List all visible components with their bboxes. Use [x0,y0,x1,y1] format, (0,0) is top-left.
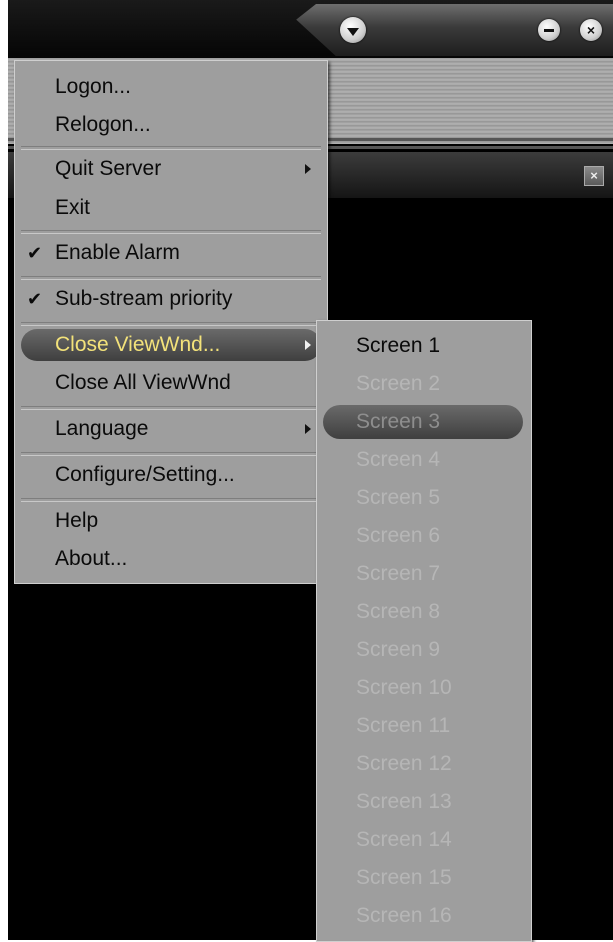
menu-item-label: Language [55,417,149,440]
menu-item-label: Logon... [55,75,131,98]
menu-item-label: Close All ViewWnd [55,371,231,394]
title-bar: × [8,0,613,58]
submenu-item-screen-8[interactable]: Screen 8 [323,595,523,629]
menu-item-label: Relogon... [55,113,151,136]
submenu-item-label: Screen 7 [356,562,441,585]
chevron-down-glyph [347,27,359,36]
checkmark-icon: ✔ [27,289,43,309]
minimize-glyph [544,28,554,32]
submenu-item-label: Screen 13 [356,790,452,813]
context-menu: Logon... Relogon... Quit Server Exit ✔ E… [14,60,328,584]
title-bar-highlight [296,4,613,56]
menu-item-close-all-viewwnd[interactable]: Close All ViewWnd [21,367,321,399]
menu-item-about[interactable]: About... [21,543,321,575]
submenu-item-screen-9[interactable]: Screen 9 [323,633,523,667]
menu-item-label: Close ViewWnd... [55,333,221,356]
submenu-item-label: Screen 6 [356,524,441,547]
submenu-item-label: Screen 16 [356,904,452,927]
submenu-item-label: Screen 5 [356,486,441,509]
menu-separator [21,322,321,326]
menu-separator [21,230,321,234]
submenu-item-screen-7[interactable]: Screen 7 [323,557,523,591]
submenu-item-screen-12[interactable]: Screen 12 [323,747,523,781]
checkmark-icon: ✔ [27,243,43,263]
submenu-item-screen-13[interactable]: Screen 13 [323,785,523,819]
submenu-item-screen-6[interactable]: Screen 6 [323,519,523,553]
menu-item-relogon[interactable]: Relogon... [21,109,321,141]
menu-item-label: About... [55,547,128,570]
menu-item-logon[interactable]: Logon... [21,71,321,103]
menu-item-label: Enable Alarm [55,241,180,264]
menu-separator [21,146,321,150]
submenu-item-label: Screen 14 [356,828,452,851]
submenu-item-label: Screen 10 [356,676,452,699]
submenu-item-label: Screen 2 [356,372,441,395]
submenu-item-screen-1[interactable]: Screen 1 [323,329,523,363]
menu-separator [21,406,321,410]
menu-item-label: Sub-stream priority [55,287,233,310]
menu-item-enable-alarm[interactable]: ✔ Enable Alarm [21,237,321,269]
submenu-item-screen-10[interactable]: Screen 10 [323,671,523,705]
submenu-item-screen-4[interactable]: Screen 4 [323,443,523,477]
minimize-icon[interactable] [538,19,560,41]
menu-separator [21,276,321,280]
submenu-item-screen-14[interactable]: Screen 14 [323,823,523,857]
submenu-item-label: Screen 1 [356,334,441,357]
submenu-item-label: Screen 9 [356,638,441,661]
menu-item-quit-server[interactable]: Quit Server [21,153,321,185]
submenu-item-screen-3[interactable]: Screen 3 [323,405,523,439]
menu-item-help[interactable]: Help [21,505,321,537]
submenu-item-label: Screen 4 [356,448,441,471]
menu-item-label: Quit Server [55,157,162,180]
submenu-item-label: Screen 11 [356,714,451,737]
chevron-down-icon[interactable] [340,17,366,43]
menu-item-label: Exit [55,196,91,219]
submenu-item-screen-15[interactable]: Screen 15 [323,861,523,895]
close-icon[interactable]: × [584,166,604,186]
menu-item-label: Help [55,509,99,532]
submenu-close-viewwnd: Screen 1 Screen 2 Screen 3 Screen 4 Scre… [316,320,532,942]
submenu-item-label: Screen 8 [356,600,441,623]
menu-item-sub-stream-priority[interactable]: ✔ Sub-stream priority [21,283,321,315]
menu-separator [21,498,321,502]
menu-item-language[interactable]: Language [21,413,321,445]
menu-item-label: Configure/Setting... [55,463,235,486]
close-glyph: × [586,22,596,38]
chevron-right-icon [305,424,311,434]
chevron-right-icon [305,340,311,350]
menu-item-close-viewwnd[interactable]: Close ViewWnd... [21,329,321,361]
submenu-item-screen-5[interactable]: Screen 5 [323,481,523,515]
submenu-item-screen-2[interactable]: Screen 2 [323,367,523,401]
submenu-item-screen-11[interactable]: Screen 11 [323,709,523,743]
menu-item-configure-setting[interactable]: Configure/Setting... [21,459,321,491]
submenu-item-label: Screen 12 [356,752,452,775]
menu-separator [21,452,321,456]
submenu-item-label: Screen 3 [356,410,441,433]
menu-item-exit[interactable]: Exit [21,192,321,224]
close-icon[interactable]: × [580,19,602,41]
submenu-item-screen-16[interactable]: Screen 16 [323,899,523,933]
chevron-right-icon [305,164,311,174]
submenu-item-label: Screen 15 [356,866,452,889]
